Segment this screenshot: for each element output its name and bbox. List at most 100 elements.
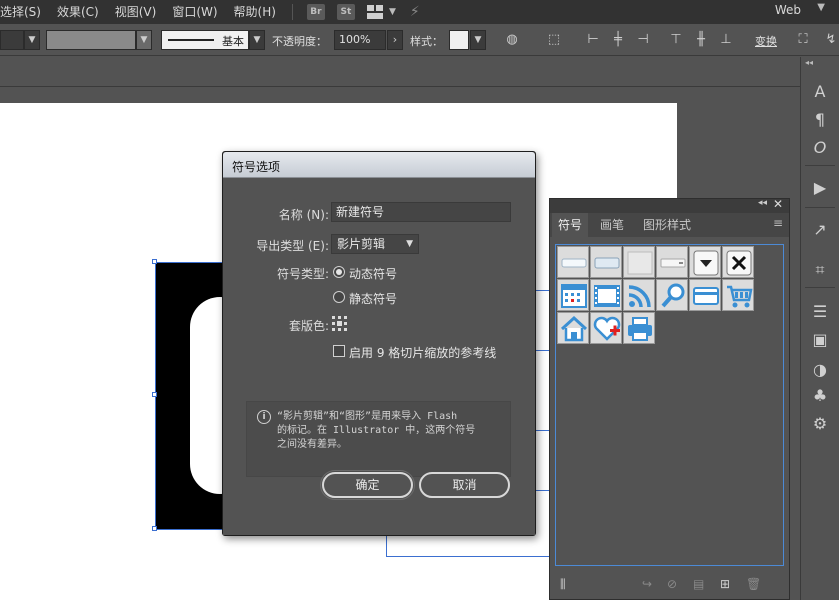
- align-bottom-icon[interactable]: ⊥: [715, 29, 737, 51]
- registration-point-icon[interactable]: [331, 315, 351, 333]
- selection-handle[interactable]: [152, 526, 157, 531]
- symbols-icon[interactable]: ♣: [809, 385, 831, 407]
- nine-slice-label[interactable]: 启用 9 格切片缩放的参考线: [349, 344, 496, 361]
- export-type-value: 影片剪辑: [337, 237, 386, 251]
- ok-button[interactable]: 确定: [322, 472, 413, 498]
- symbol-options-icon[interactable]: ▤: [693, 577, 704, 591]
- gradient-icon[interactable]: ▣: [809, 329, 831, 351]
- break-link-icon[interactable]: ⊘: [667, 577, 677, 591]
- symbol-libraries-icon[interactable]: ⫼: [560, 577, 566, 592]
- symbol-film-frame[interactable]: [590, 279, 622, 311]
- chevron-down-icon[interactable]: ▼: [389, 7, 396, 17]
- symbol-shopping-cart[interactable]: [722, 279, 754, 311]
- registration-dot[interactable]: [344, 316, 347, 319]
- registration-dot[interactable]: [332, 322, 335, 325]
- opacity-label[interactable]: 不透明度：: [272, 33, 327, 49]
- registration-dot[interactable]: [332, 316, 335, 319]
- menu-select[interactable]: 选择(S): [0, 0, 49, 24]
- symbol-calendar[interactable]: [557, 279, 589, 311]
- workspace-switcher[interactable]: Web: [775, 0, 801, 20]
- stroke-icon[interactable]: ☰: [809, 301, 831, 323]
- settings-gear-icon[interactable]: ⚙: [809, 413, 831, 435]
- chevron-down-icon[interactable]: ▼: [470, 30, 486, 50]
- tab-graphic-styles[interactable]: 图形样式: [637, 213, 697, 237]
- nine-slice-checkbox[interactable]: [333, 345, 345, 357]
- chevron-down-icon[interactable]: ▼: [24, 30, 40, 50]
- registration-dot[interactable]: [338, 328, 341, 331]
- transform-icon[interactable]: ⌗: [809, 259, 831, 281]
- static-symbol-label[interactable]: 静态符号: [349, 290, 397, 307]
- selection-handle[interactable]: [152, 259, 157, 264]
- dynamic-symbol-label[interactable]: 动态符号: [349, 265, 397, 282]
- dock-separator: [805, 207, 835, 208]
- registration-dot[interactable]: [332, 328, 335, 331]
- symbol-rss-feed[interactable]: [623, 279, 655, 311]
- symbol-credit-card[interactable]: [689, 279, 721, 311]
- name-input[interactable]: 新建符号: [331, 202, 511, 222]
- align-right-icon[interactable]: ⊣: [632, 29, 654, 51]
- align-top-icon[interactable]: ⊤: [665, 29, 687, 51]
- tab-brushes[interactable]: 画笔: [594, 213, 630, 237]
- chevron-down-icon[interactable]: ▼: [249, 30, 265, 50]
- align-horizontal-center-icon[interactable]: ╪: [607, 29, 629, 51]
- new-symbol-icon[interactable]: ⊞: [720, 577, 730, 591]
- chevron-right-icon[interactable]: ›: [387, 30, 403, 50]
- collapse-panel-icon[interactable]: ◂◂: [758, 198, 767, 208]
- close-icon[interactable]: ✕: [773, 197, 783, 211]
- registration-dot[interactable]: [344, 322, 347, 325]
- stroke-weight-field[interactable]: [46, 30, 136, 50]
- symbol-button-flat[interactable]: [557, 246, 589, 278]
- symbol-home[interactable]: [557, 312, 589, 344]
- character-icon[interactable]: A: [809, 81, 831, 103]
- arrange-documents-icon[interactable]: [366, 5, 383, 19]
- symbol-button-blank[interactable]: [623, 246, 655, 278]
- tab-symbols[interactable]: 符号: [552, 213, 589, 237]
- registration-dot-selected[interactable]: [337, 321, 342, 326]
- chevron-down-icon[interactable]: ▼: [136, 30, 152, 50]
- static-symbol-radio[interactable]: [333, 291, 345, 303]
- stroke-profile-field[interactable]: 基本: [161, 30, 249, 50]
- export-type-select[interactable]: 影片剪辑 ▼: [331, 234, 419, 254]
- isolate-icon[interactable]: ⛶: [792, 29, 814, 51]
- menu-effect[interactable]: 效果(C): [49, 0, 107, 24]
- actions-play-icon[interactable]: ▶: [809, 177, 831, 199]
- align-vertical-center-icon[interactable]: ╫: [690, 29, 712, 51]
- symbol-dropdown-arrow[interactable]: [689, 246, 721, 278]
- transform-link[interactable]: 变换: [755, 33, 777, 49]
- transparency-icon[interactable]: ◑: [809, 359, 831, 381]
- paragraph-icon[interactable]: ¶: [809, 109, 831, 131]
- menu-help[interactable]: 帮助(H): [226, 0, 284, 24]
- graphic-style-swatch[interactable]: [449, 30, 469, 50]
- registration-dot[interactable]: [344, 328, 347, 331]
- opentype-icon[interactable]: O: [809, 137, 831, 159]
- panel-title-bar[interactable]: ◂◂ ✕: [550, 197, 789, 213]
- opacity-input[interactable]: 100%: [334, 30, 386, 50]
- export-icon[interactable]: ↗: [809, 219, 831, 241]
- symbol-text-field[interactable]: [656, 246, 688, 278]
- cancel-button[interactable]: 取消: [419, 472, 510, 498]
- symbol-magnifier[interactable]: [656, 279, 688, 311]
- bridge-icon[interactable]: Br: [306, 4, 325, 20]
- dynamic-symbol-radio[interactable]: [333, 266, 345, 278]
- symbol-button-gradient[interactable]: [590, 246, 622, 278]
- symbol-close-x[interactable]: [722, 246, 754, 278]
- trash-icon[interactable]: 🗑: [746, 577, 761, 591]
- dock-collapse-icon[interactable]: ◂◂: [805, 57, 839, 69]
- crop-icon[interactable]: ⬚: [543, 29, 565, 51]
- chevron-down-icon[interactable]: ▼: [817, 2, 825, 13]
- align-left-icon[interactable]: ⊢: [582, 29, 604, 51]
- selection-handle[interactable]: [152, 392, 157, 397]
- dialog-title-bar[interactable]: 符号选项: [223, 152, 535, 178]
- stock-icon[interactable]: St: [336, 4, 355, 20]
- symbol-printer[interactable]: [623, 312, 655, 344]
- reset-icon[interactable]: ↯: [820, 29, 839, 51]
- fill-select[interactable]: [0, 30, 24, 50]
- recolor-artwork-icon[interactable]: ◍: [501, 29, 523, 51]
- panel-menu-icon[interactable]: ≡: [773, 216, 783, 230]
- registration-dot[interactable]: [338, 316, 341, 319]
- gpu-performance-icon[interactable]: ⚡: [410, 4, 420, 20]
- symbol-heart-plus[interactable]: [590, 312, 622, 344]
- menu-window[interactable]: 窗口(W): [164, 0, 225, 24]
- place-symbol-icon[interactable]: ↪: [642, 577, 652, 591]
- menu-view[interactable]: 视图(V): [107, 0, 165, 24]
